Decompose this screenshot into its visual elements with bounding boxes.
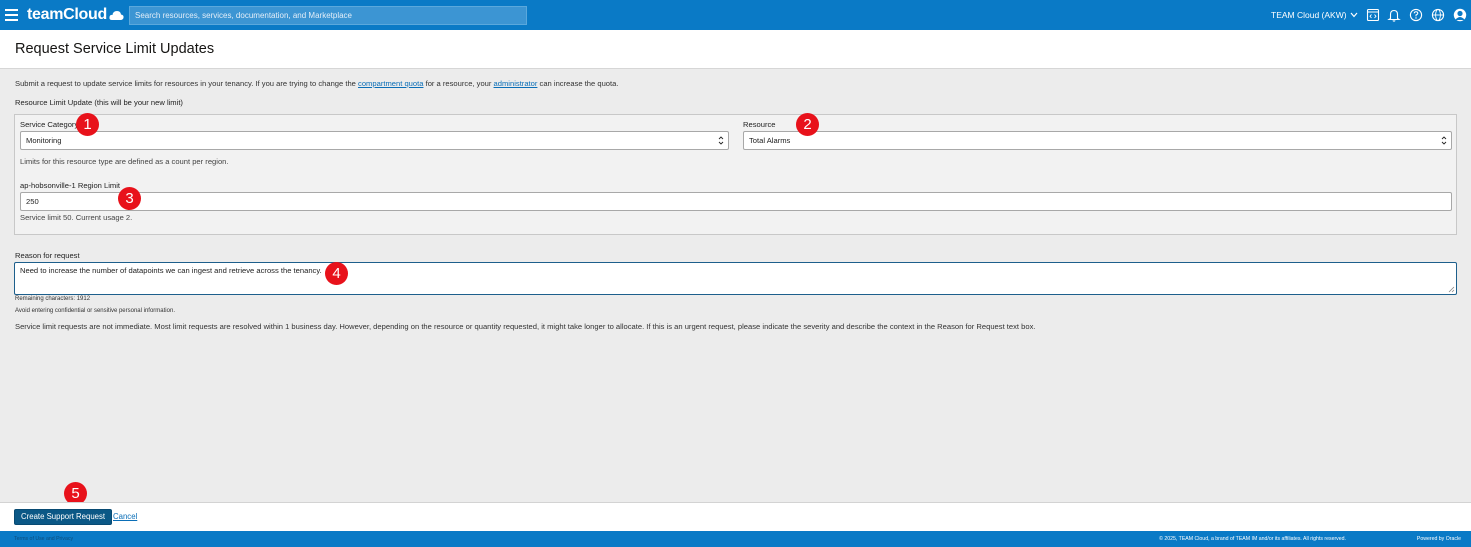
select-arrows-icon <box>1441 136 1447 145</box>
terms-link[interactable]: Terms of Use and Privacy <box>14 536 73 542</box>
profile-icon[interactable] <box>1453 8 1467 22</box>
intro-text: Submit a request to update service limit… <box>15 79 618 88</box>
processing-info-text: Service limit requests are not immediate… <box>15 322 1036 331</box>
menu-icon[interactable] <box>5 9 18 21</box>
remaining-characters: Remaining characters: 1912 <box>15 296 91 302</box>
step-badge-3: 3 <box>118 187 141 210</box>
brand-logo[interactable]: teamCloud <box>27 6 124 24</box>
limits-hint: Limits for this resource type are define… <box>20 157 229 166</box>
footer-bar: Terms of Use and Privacy © 2025, TEAM Cl… <box>0 531 1471 547</box>
code-editor-icon[interactable] <box>1366 8 1380 22</box>
service-category-value: Monitoring <box>26 136 62 145</box>
resource-label: Resource <box>743 120 776 129</box>
cloud-logo-icon <box>109 10 124 20</box>
tenancy-selector[interactable]: TEAM Cloud (AKW) <box>1271 10 1358 20</box>
help-icon[interactable] <box>1409 8 1423 22</box>
tenancy-label: TEAM Cloud (AKW) <box>1271 10 1347 20</box>
privacy-note: Avoid entering confidential or sensitive… <box>15 308 175 314</box>
step-badge-2: 2 <box>796 113 819 136</box>
step-badge-4: 4 <box>325 262 348 285</box>
resource-limit-section-label: Resource Limit Update (this will be your… <box>15 98 183 107</box>
reason-textarea[interactable]: Need to increase the number of datapoint… <box>14 262 1457 295</box>
compartment-quota-link[interactable]: compartment quota <box>358 79 423 88</box>
administrator-link[interactable]: administrator <box>494 79 538 88</box>
action-bar: Create Support Request Cancel <box>0 502 1471 531</box>
resource-select[interactable]: Total Alarms <box>743 131 1452 150</box>
page-title: Request Service Limit Updates <box>15 41 215 57</box>
resize-handle-icon[interactable] <box>1448 286 1455 293</box>
brand-name: teamCloud <box>27 6 107 23</box>
service-category-label: Service Category <box>20 120 79 129</box>
global-search-input[interactable] <box>129 6 527 25</box>
top-navigation-bar: teamCloud TEAM Cloud (AKW) <box>0 0 1471 30</box>
cancel-link[interactable]: Cancel <box>113 512 137 521</box>
usage-hint: Service limit 50. Current usage 2. <box>20 213 133 222</box>
region-limit-input[interactable]: 250 <box>20 192 1452 211</box>
chevron-down-icon <box>1350 12 1358 18</box>
intro-middle: for a resource, your <box>423 79 494 88</box>
region-limit-label: ap-hobsonville-1 Region Limit <box>20 181 121 190</box>
globe-icon[interactable] <box>1431 8 1445 22</box>
region-limit-value: 250 <box>26 197 39 206</box>
resource-limit-panel: Service Category Monitoring Resource Tot… <box>14 114 1457 235</box>
select-arrows-icon <box>718 136 724 145</box>
service-category-select[interactable]: Monitoring <box>20 131 729 150</box>
bell-icon[interactable] <box>1387 8 1401 22</box>
reason-label: Reason for request <box>15 251 80 260</box>
reason-value: Need to increase the number of datapoint… <box>20 266 322 275</box>
intro-suffix: can increase the quota. <box>537 79 619 88</box>
powered-by-text: Powered by Oracle <box>1416 536 1461 542</box>
copyright-text: © 2025, TEAM Cloud, a brand of TEAM IM a… <box>1159 536 1346 542</box>
step-badge-1: 1 <box>76 113 99 136</box>
create-support-request-button[interactable]: Create Support Request <box>14 509 113 525</box>
page-header: Request Service Limit Updates <box>0 30 1471 69</box>
intro-prefix: Submit a request to update service limit… <box>15 79 359 88</box>
resource-value: Total Alarms <box>749 136 791 145</box>
